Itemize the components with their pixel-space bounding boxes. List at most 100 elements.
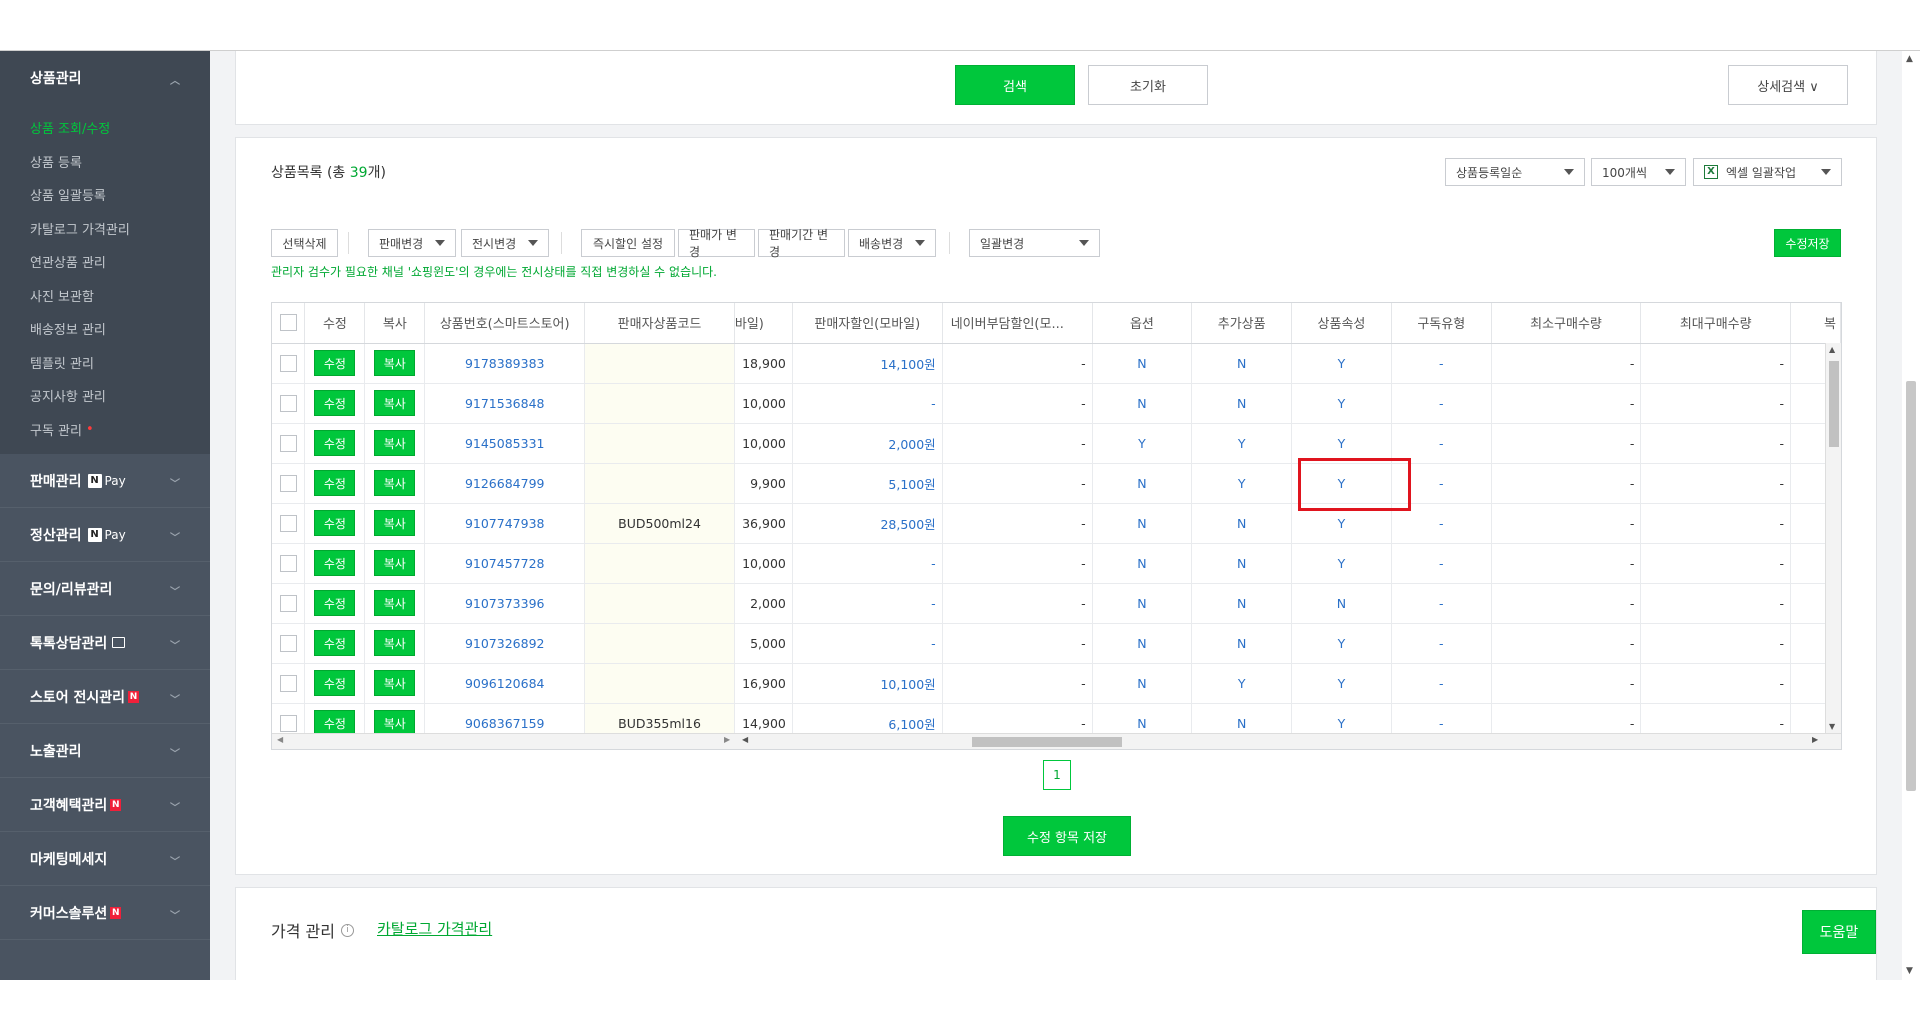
seller-discount[interactable]: 14,100원	[792, 343, 943, 384]
column-header[interactable]: 판매자상품코드	[584, 303, 735, 344]
row-checkbox[interactable]	[279, 354, 297, 372]
edit-button[interactable]: 수정	[314, 390, 356, 416]
scroll-down-arrow[interactable]: ▼	[1829, 722, 1835, 731]
scroll-up-arrow[interactable]: ▲	[1829, 345, 1835, 354]
search-button[interactable]: 검색	[955, 65, 1075, 105]
subscription-type[interactable]: -	[1391, 423, 1492, 464]
sidebar-item-sales[interactable]: 판매관리 N Pay ﹀	[0, 454, 210, 508]
seller-discount[interactable]: -	[792, 383, 943, 424]
edit-button[interactable]: 수정	[314, 470, 356, 496]
subscription-type[interactable]: -	[1391, 663, 1492, 704]
attribute-flag[interactable]: Y	[1291, 623, 1392, 664]
copy-button[interactable]: 복사	[374, 510, 416, 536]
edit-button[interactable]: 수정	[314, 350, 356, 376]
copy-button[interactable]: 복사	[374, 630, 416, 656]
sidebar-subitem-notices[interactable]: 공지사항 관리	[0, 379, 210, 413]
row-checkbox[interactable]	[279, 394, 297, 412]
copy-button[interactable]: 복사	[374, 470, 416, 496]
row-checkbox[interactable]	[279, 714, 297, 732]
subscription-type[interactable]: -	[1391, 383, 1492, 424]
sale-change-select[interactable]: 판매변경	[368, 229, 456, 257]
help-button[interactable]: 도움말	[1802, 910, 1876, 954]
seller-discount[interactable]: 2,000원	[792, 423, 943, 464]
attribute-flag[interactable]: Y	[1291, 463, 1392, 504]
shipping-change-select[interactable]: 배송변경	[848, 229, 936, 257]
page-vertical-scrollbar[interactable]: ▲ ▼	[1902, 51, 1920, 980]
sidebar-item-marketing[interactable]: 마케팅메세지 ﹀	[0, 832, 210, 886]
scroll-left-arrow[interactable]: ◀	[277, 735, 283, 744]
scroll-down-arrow[interactable]: ▼	[1906, 966, 1913, 976]
attribute-flag[interactable]: Y	[1291, 383, 1392, 424]
column-header[interactable]: 판매자할인(모바일)	[792, 303, 943, 344]
sidebar-item-store-display[interactable]: 스토어 전시관리 N ﹀	[0, 670, 210, 724]
reset-button[interactable]: 초기화	[1088, 65, 1208, 105]
scroll-up-arrow[interactable]: ▲	[1906, 54, 1913, 64]
product-number[interactable]: 9126684799	[424, 463, 586, 504]
sidebar-subitem-related-products[interactable]: 연관상품 관리	[0, 245, 210, 279]
bulk-change-select[interactable]: 일괄변경	[969, 229, 1100, 257]
column-header[interactable]: 바일)	[734, 303, 793, 344]
row-checkbox[interactable]	[279, 474, 297, 492]
sidebar-subitem-templates[interactable]: 템플릿 관리	[0, 346, 210, 380]
delete-selected-button[interactable]: 선택삭제	[271, 229, 338, 257]
seller-discount[interactable]: -	[792, 583, 943, 624]
attribute-flag[interactable]: Y	[1291, 423, 1392, 464]
sidebar-subitem-subscription[interactable]: 구독 관리 •	[0, 413, 210, 447]
seller-discount[interactable]: -	[792, 543, 943, 584]
edit-button[interactable]: 수정	[314, 510, 356, 536]
detail-search-button[interactable]: 상세검색 ∨	[1728, 65, 1848, 105]
scrollbar-thumb[interactable]	[1829, 361, 1839, 447]
add-product-flag[interactable]: N	[1191, 583, 1293, 624]
scrollbar-thumb[interactable]	[972, 737, 1122, 747]
subscription-type[interactable]: -	[1391, 583, 1492, 624]
table-horizontal-scrollbar[interactable]: ◀ ▶ ◀ ▶	[272, 733, 1841, 749]
select-all-checkbox[interactable]	[279, 314, 297, 332]
copy-button[interactable]: 복사	[374, 550, 416, 576]
sale-period-change-button[interactable]: 판매기간 변경	[758, 228, 845, 259]
per-page-select[interactable]: 100개씩	[1591, 158, 1686, 186]
sidebar-subitem-bulk-register[interactable]: 상품 일괄등록	[0, 178, 210, 212]
option-flag[interactable]: N	[1092, 583, 1193, 624]
column-header[interactable]: 최소구매수량	[1491, 303, 1642, 344]
display-change-select[interactable]: 전시변경	[461, 229, 549, 257]
option-flag[interactable]: N	[1092, 463, 1193, 504]
product-number[interactable]: 9171536848	[424, 383, 586, 424]
add-product-flag[interactable]: N	[1191, 383, 1293, 424]
attribute-flag[interactable]: Y	[1291, 343, 1392, 384]
subscription-type[interactable]: -	[1391, 623, 1492, 664]
instant-discount-button[interactable]: 즉시할인 설정	[581, 229, 675, 257]
column-header[interactable]: 상품번호(스마트스토어)	[424, 303, 586, 344]
seller-discount[interactable]: 28,500원	[792, 503, 943, 544]
add-product-flag[interactable]: N	[1191, 503, 1293, 544]
column-header[interactable]: 복	[1790, 303, 1841, 344]
product-number[interactable]: 9107747938	[424, 503, 586, 544]
option-flag[interactable]: N	[1092, 383, 1193, 424]
sidebar-item-commerce-solution[interactable]: 커머스솔루션 N ﹀	[0, 886, 210, 940]
row-checkbox[interactable]	[279, 594, 297, 612]
table-vertical-scrollbar[interactable]: ▲ ▼	[1825, 343, 1841, 733]
column-header[interactable]: 네이버부담할인(모...	[942, 303, 1093, 344]
sort-select[interactable]: 상품등록일순	[1445, 158, 1585, 186]
product-number[interactable]: 9145085331	[424, 423, 586, 464]
copy-button[interactable]: 복사	[374, 590, 416, 616]
price-change-button[interactable]: 판매가 변경	[678, 228, 755, 259]
add-product-flag[interactable]: N	[1191, 343, 1293, 384]
attribute-flag[interactable]: N	[1291, 583, 1392, 624]
row-checkbox[interactable]	[279, 554, 297, 572]
sidebar-subitem-catalog-price[interactable]: 카탈로그 가격관리	[0, 212, 210, 246]
attribute-flag[interactable]: Y	[1291, 663, 1392, 704]
scrollbar-thumb[interactable]	[1906, 381, 1916, 791]
row-checkbox[interactable]	[279, 514, 297, 532]
subscription-type[interactable]: -	[1391, 463, 1492, 504]
scroll-right-arrow[interactable]: ▶	[1812, 735, 1818, 744]
subscription-type[interactable]: -	[1391, 503, 1492, 544]
copy-button[interactable]: 복사	[374, 390, 416, 416]
product-number[interactable]: 9096120684	[424, 663, 586, 704]
row-checkbox[interactable]	[279, 434, 297, 452]
sidebar-subitem-shipping-info[interactable]: 배송정보 관리	[0, 312, 210, 346]
sidebar-subitem-product-search[interactable]: 상품 조회/수정	[0, 111, 210, 145]
sidebar-item-settlement[interactable]: 정산관리 N Pay ﹀	[0, 508, 210, 562]
edit-button[interactable]: 수정	[314, 430, 356, 456]
sidebar-item-exposure[interactable]: 노출관리 ﹀	[0, 724, 210, 778]
copy-button[interactable]: 복사	[374, 670, 416, 696]
